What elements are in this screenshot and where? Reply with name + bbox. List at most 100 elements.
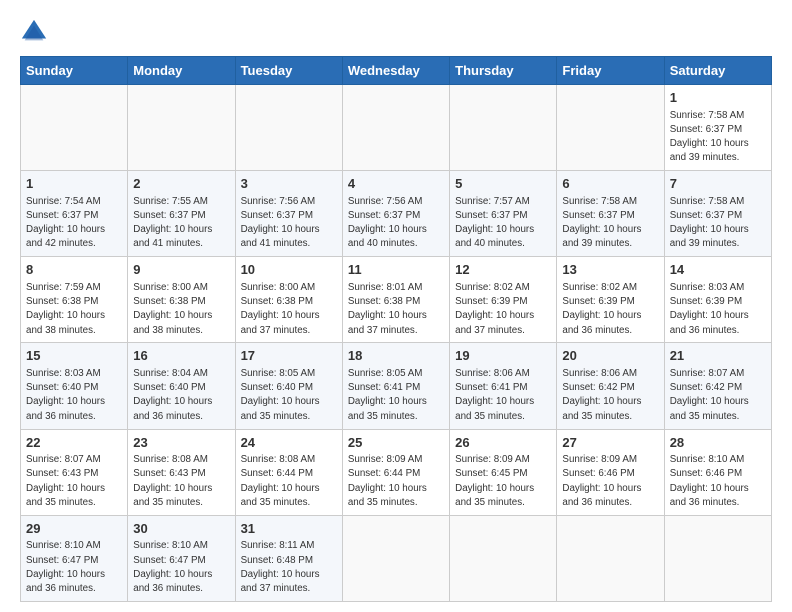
calendar-cell: 5 Sunrise: 7:57 AMSunset: 6:37 PMDayligh… xyxy=(450,171,557,257)
day-info: Sunrise: 8:03 AMSunset: 6:40 PMDaylight:… xyxy=(26,368,105,422)
calendar-cell: 4 Sunrise: 7:56 AMSunset: 6:37 PMDayligh… xyxy=(342,171,449,257)
calendar-cell: 23 Sunrise: 8:08 AMSunset: 6:43 PMDaylig… xyxy=(128,429,235,515)
day-info: Sunrise: 8:05 AMSunset: 6:41 PMDaylight:… xyxy=(348,368,427,422)
calendar-table: SundayMondayTuesdayWednesdayThursdayFrid… xyxy=(20,56,772,602)
calendar-cell xyxy=(21,85,128,171)
day-info: Sunrise: 8:02 AMSunset: 6:39 PMDaylight:… xyxy=(455,282,534,336)
calendar-week-row: 22 Sunrise: 8:07 AMSunset: 6:43 PMDaylig… xyxy=(21,429,772,515)
day-number: 8 xyxy=(26,261,122,279)
day-info: Sunrise: 8:02 AMSunset: 6:39 PMDaylight:… xyxy=(562,282,641,336)
calendar-cell xyxy=(664,515,771,601)
calendar-cell: 11 Sunrise: 8:01 AMSunset: 6:38 PMDaylig… xyxy=(342,257,449,343)
day-number: 31 xyxy=(241,520,337,538)
day-number: 23 xyxy=(133,434,229,452)
day-info: Sunrise: 8:07 AMSunset: 6:43 PMDaylight:… xyxy=(26,454,105,508)
day-info: Sunrise: 7:54 AMSunset: 6:37 PMDaylight:… xyxy=(26,196,105,250)
day-number: 29 xyxy=(26,520,122,538)
calendar-cell xyxy=(557,515,664,601)
day-number: 22 xyxy=(26,434,122,452)
day-info: Sunrise: 8:11 AMSunset: 6:48 PMDaylight:… xyxy=(241,540,320,594)
day-info: Sunrise: 8:10 AMSunset: 6:47 PMDaylight:… xyxy=(133,540,212,594)
calendar-day-header: Wednesday xyxy=(342,57,449,85)
day-number: 20 xyxy=(562,347,658,365)
logo xyxy=(20,18,52,46)
day-info: Sunrise: 8:00 AMSunset: 6:38 PMDaylight:… xyxy=(241,282,320,336)
day-info: Sunrise: 8:09 AMSunset: 6:46 PMDaylight:… xyxy=(562,454,641,508)
calendar-day-header: Sunday xyxy=(21,57,128,85)
calendar-cell: 2 Sunrise: 7:55 AMSunset: 6:37 PMDayligh… xyxy=(128,171,235,257)
calendar-cell xyxy=(557,85,664,171)
calendar-cell: 1 Sunrise: 7:54 AMSunset: 6:37 PMDayligh… xyxy=(21,171,128,257)
calendar-cell: 25 Sunrise: 8:09 AMSunset: 6:44 PMDaylig… xyxy=(342,429,449,515)
day-info: Sunrise: 8:06 AMSunset: 6:41 PMDaylight:… xyxy=(455,368,534,422)
calendar-cell: 8 Sunrise: 7:59 AMSunset: 6:38 PMDayligh… xyxy=(21,257,128,343)
logo-icon xyxy=(20,18,48,46)
day-number: 30 xyxy=(133,520,229,538)
day-number: 21 xyxy=(670,347,766,365)
calendar-cell: 15 Sunrise: 8:03 AMSunset: 6:40 PMDaylig… xyxy=(21,343,128,429)
calendar-cell: 27 Sunrise: 8:09 AMSunset: 6:46 PMDaylig… xyxy=(557,429,664,515)
calendar-day-header: Monday xyxy=(128,57,235,85)
day-info: Sunrise: 7:55 AMSunset: 6:37 PMDaylight:… xyxy=(133,196,212,250)
calendar-cell xyxy=(342,85,449,171)
day-info: Sunrise: 8:00 AMSunset: 6:38 PMDaylight:… xyxy=(133,282,212,336)
day-info: Sunrise: 8:07 AMSunset: 6:42 PMDaylight:… xyxy=(670,368,749,422)
calendar-cell: 9 Sunrise: 8:00 AMSunset: 6:38 PMDayligh… xyxy=(128,257,235,343)
calendar-week-row: 1 Sunrise: 7:58 AMSunset: 6:37 PMDayligh… xyxy=(21,85,772,171)
day-number: 11 xyxy=(348,261,444,279)
day-info: Sunrise: 7:58 AMSunset: 6:37 PMDaylight:… xyxy=(562,196,641,250)
calendar-cell: 14 Sunrise: 8:03 AMSunset: 6:39 PMDaylig… xyxy=(664,257,771,343)
day-info: Sunrise: 8:05 AMSunset: 6:40 PMDaylight:… xyxy=(241,368,320,422)
day-info: Sunrise: 8:08 AMSunset: 6:44 PMDaylight:… xyxy=(241,454,320,508)
calendar-cell: 10 Sunrise: 8:00 AMSunset: 6:38 PMDaylig… xyxy=(235,257,342,343)
calendar-header-row: SundayMondayTuesdayWednesdayThursdayFrid… xyxy=(21,57,772,85)
day-number: 26 xyxy=(455,434,551,452)
day-info: Sunrise: 7:56 AMSunset: 6:37 PMDaylight:… xyxy=(241,196,320,250)
calendar-cell: 26 Sunrise: 8:09 AMSunset: 6:45 PMDaylig… xyxy=(450,429,557,515)
calendar-cell: 19 Sunrise: 8:06 AMSunset: 6:41 PMDaylig… xyxy=(450,343,557,429)
day-number: 9 xyxy=(133,261,229,279)
day-info: Sunrise: 8:09 AMSunset: 6:44 PMDaylight:… xyxy=(348,454,427,508)
calendar-cell: 18 Sunrise: 8:05 AMSunset: 6:41 PMDaylig… xyxy=(342,343,449,429)
calendar-cell xyxy=(235,85,342,171)
day-number: 24 xyxy=(241,434,337,452)
day-info: Sunrise: 7:57 AMSunset: 6:37 PMDaylight:… xyxy=(455,196,534,250)
calendar-cell: 28 Sunrise: 8:10 AMSunset: 6:46 PMDaylig… xyxy=(664,429,771,515)
day-info: Sunrise: 8:08 AMSunset: 6:43 PMDaylight:… xyxy=(133,454,212,508)
day-number: 4 xyxy=(348,175,444,193)
header xyxy=(20,18,772,46)
day-number: 13 xyxy=(562,261,658,279)
calendar-cell: 17 Sunrise: 8:05 AMSunset: 6:40 PMDaylig… xyxy=(235,343,342,429)
calendar-cell: 6 Sunrise: 7:58 AMSunset: 6:37 PMDayligh… xyxy=(557,171,664,257)
day-number: 1 xyxy=(26,175,122,193)
calendar-cell: 24 Sunrise: 8:08 AMSunset: 6:44 PMDaylig… xyxy=(235,429,342,515)
day-number: 18 xyxy=(348,347,444,365)
calendar-cell: 16 Sunrise: 8:04 AMSunset: 6:40 PMDaylig… xyxy=(128,343,235,429)
day-number: 2 xyxy=(133,175,229,193)
calendar-week-row: 8 Sunrise: 7:59 AMSunset: 6:38 PMDayligh… xyxy=(21,257,772,343)
page: SundayMondayTuesdayWednesdayThursdayFrid… xyxy=(0,0,792,612)
calendar-cell: 22 Sunrise: 8:07 AMSunset: 6:43 PMDaylig… xyxy=(21,429,128,515)
day-number: 19 xyxy=(455,347,551,365)
day-info: Sunrise: 7:59 AMSunset: 6:38 PMDaylight:… xyxy=(26,282,105,336)
day-number: 15 xyxy=(26,347,122,365)
calendar-cell: 30 Sunrise: 8:10 AMSunset: 6:47 PMDaylig… xyxy=(128,515,235,601)
day-number: 14 xyxy=(670,261,766,279)
calendar-cell: 12 Sunrise: 8:02 AMSunset: 6:39 PMDaylig… xyxy=(450,257,557,343)
calendar-cell xyxy=(450,85,557,171)
calendar-cell xyxy=(128,85,235,171)
calendar-cell: 21 Sunrise: 8:07 AMSunset: 6:42 PMDaylig… xyxy=(664,343,771,429)
calendar-cell: 1 Sunrise: 7:58 AMSunset: 6:37 PMDayligh… xyxy=(664,85,771,171)
calendar-week-row: 29 Sunrise: 8:10 AMSunset: 6:47 PMDaylig… xyxy=(21,515,772,601)
calendar-day-header: Thursday xyxy=(450,57,557,85)
calendar-day-header: Tuesday xyxy=(235,57,342,85)
calendar-cell xyxy=(342,515,449,601)
day-number: 7 xyxy=(670,175,766,193)
calendar-cell: 31 Sunrise: 8:11 AMSunset: 6:48 PMDaylig… xyxy=(235,515,342,601)
day-number: 12 xyxy=(455,261,551,279)
day-number: 16 xyxy=(133,347,229,365)
calendar-cell: 29 Sunrise: 8:10 AMSunset: 6:47 PMDaylig… xyxy=(21,515,128,601)
day-info: Sunrise: 7:56 AMSunset: 6:37 PMDaylight:… xyxy=(348,196,427,250)
day-number: 10 xyxy=(241,261,337,279)
calendar-week-row: 1 Sunrise: 7:54 AMSunset: 6:37 PMDayligh… xyxy=(21,171,772,257)
